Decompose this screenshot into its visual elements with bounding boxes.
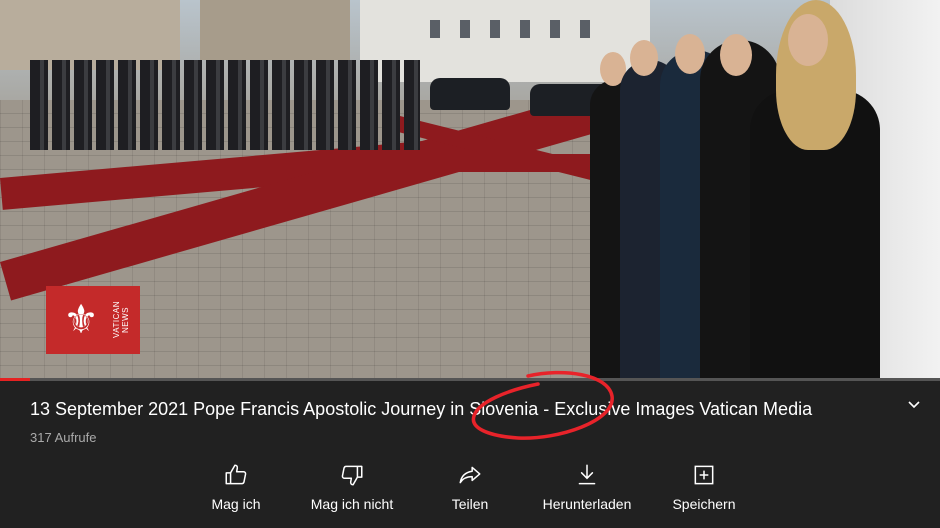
- view-count: 317 Aufrufe: [30, 430, 97, 445]
- papal-keys-icon: ⚜: [63, 298, 99, 342]
- download-label: Herunterladen: [542, 496, 632, 512]
- chevron-down-icon[interactable]: [902, 396, 926, 420]
- save-button[interactable]: Speichern: [644, 462, 764, 518]
- dislike-button[interactable]: Mag ich nicht: [292, 462, 412, 518]
- like-button[interactable]: Mag ich: [176, 462, 296, 518]
- video-player[interactable]: ⚜ VATICAN NEWS: [0, 0, 940, 380]
- download-button[interactable]: Herunterladen: [527, 462, 647, 518]
- share-icon: [410, 462, 530, 490]
- video-scene-building-mid: [200, 0, 350, 60]
- save-label: Speichern: [672, 496, 736, 512]
- video-scene-car: [430, 78, 510, 110]
- thumbs-down-icon: [292, 462, 412, 490]
- video-progress-fill: [0, 378, 31, 381]
- download-icon: [527, 462, 647, 490]
- thumbs-up-icon: [176, 462, 296, 490]
- vatican-news-logo: ⚜ VATICAN NEWS: [46, 286, 140, 354]
- video-scene-honour-guard: [30, 60, 420, 150]
- save-to-playlist-icon: [644, 462, 764, 490]
- video-scene-people-row: [580, 0, 880, 380]
- share-label: Teilen: [451, 496, 489, 512]
- share-button[interactable]: Teilen: [410, 462, 530, 518]
- video-progress-bar[interactable]: [0, 378, 940, 381]
- watermark-label: VATICAN NEWS: [112, 301, 130, 339]
- action-bar: Mag ich Mag ich nicht Teilen Herunterlad…: [180, 462, 740, 518]
- video-title[interactable]: 13 September 2021 Pope Francis Apostolic…: [30, 398, 890, 420]
- dislike-label: Mag ich nicht: [310, 496, 394, 512]
- like-label: Mag ich: [211, 496, 261, 512]
